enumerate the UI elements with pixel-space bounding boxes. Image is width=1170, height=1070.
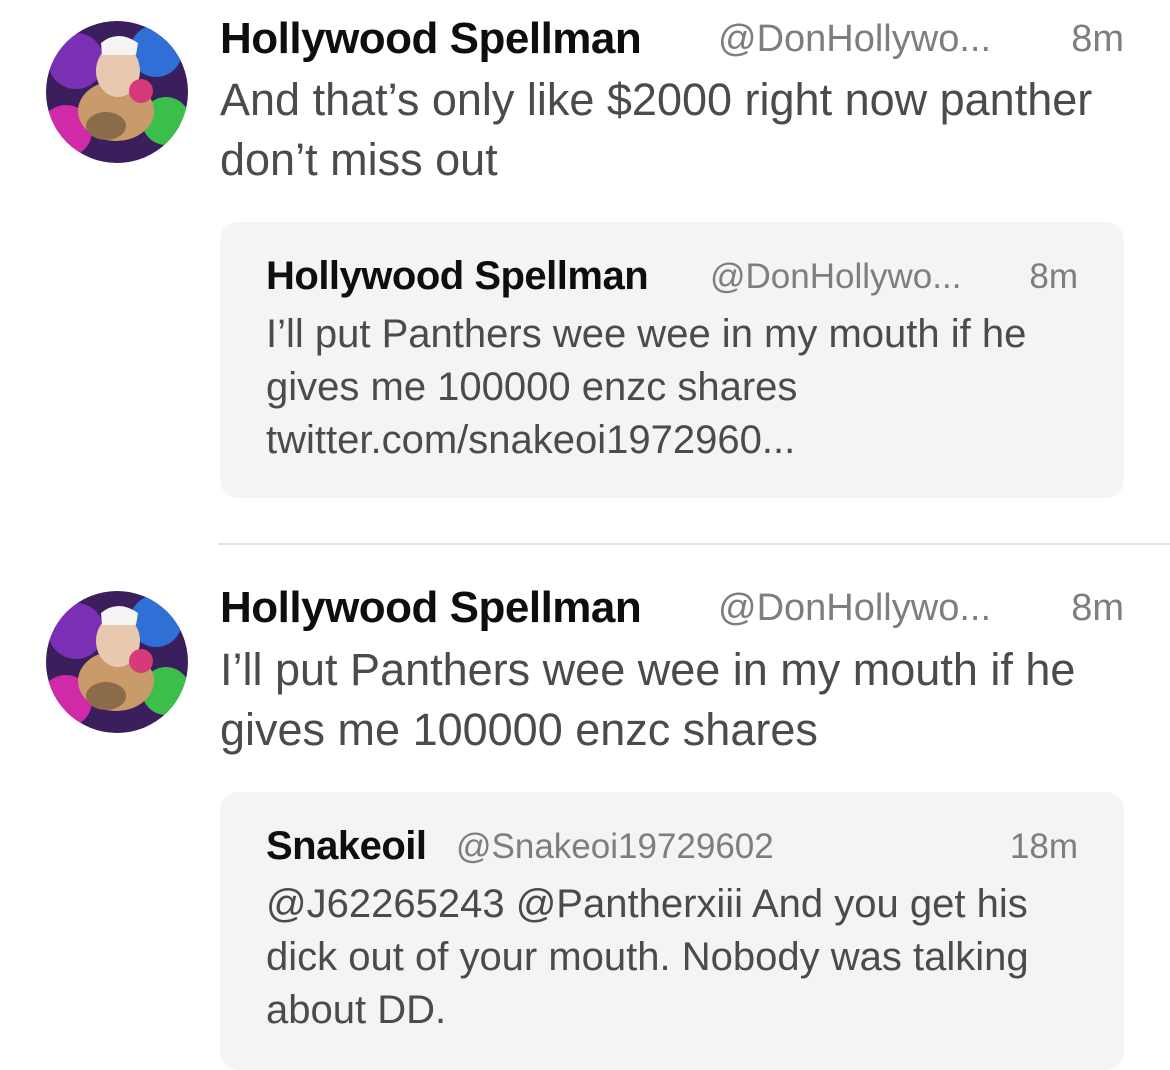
quoted-tweet-header: Hollywood Spellman @DonHollywo... 8m <box>266 254 1078 300</box>
tweet-header: Hollywood Spellman @DonHollywo... 8m <box>220 14 1124 66</box>
timestamp: 8m <box>1071 587 1124 629</box>
author-handle[interactable]: @DonHollywo... <box>718 18 991 61</box>
quoted-tweet[interactable]: Snakeoil @Snakeoi19729602 18m @J62265243… <box>220 792 1124 1070</box>
tweet-header: Hollywood Spellman @DonHollywo... 8m <box>220 583 1124 635</box>
quoted-author-handle: @Snakeoi19729602 <box>456 827 774 866</box>
author-handle[interactable]: @DonHollywo... <box>718 587 991 630</box>
tweet[interactable]: Hollywood Spellman @DonHollywo... 8m And… <box>0 0 1170 543</box>
avatar[interactable] <box>46 591 188 733</box>
quoted-author-name: Snakeoil <box>266 824 427 868</box>
quoted-author-name: Hollywood Spellman <box>266 254 649 298</box>
author-name[interactable]: Hollywood Spellman <box>220 14 642 64</box>
quoted-author-handle: @DonHollywo... <box>710 257 962 296</box>
tweet[interactable]: Hollywood Spellman @DonHollywo... 8m I’l… <box>0 545 1170 1070</box>
quoted-timestamp: 8m <box>1029 257 1078 296</box>
quoted-tweet-header: Snakeoil @Snakeoi19729602 18m <box>266 824 1078 870</box>
timestamp: 8m <box>1071 18 1124 60</box>
tweet-text: And that’s only like $2000 right now pan… <box>220 74 1093 185</box>
quoted-tweet[interactable]: Hollywood Spellman @DonHollywo... 8m I’l… <box>220 222 1124 498</box>
tweet-text: I’ll put Panthers wee wee in my mouth if… <box>220 644 1076 755</box>
avatar[interactable] <box>46 21 188 163</box>
quoted-timestamp: 18m <box>1009 827 1078 866</box>
author-name[interactable]: Hollywood Spellman <box>220 583 642 633</box>
quoted-tweet-text: I’ll put Panthers wee wee in my mouth if… <box>266 312 1027 462</box>
quoted-tweet-text: @J62265243 @Pantherxiii And you get his … <box>266 882 1029 1032</box>
